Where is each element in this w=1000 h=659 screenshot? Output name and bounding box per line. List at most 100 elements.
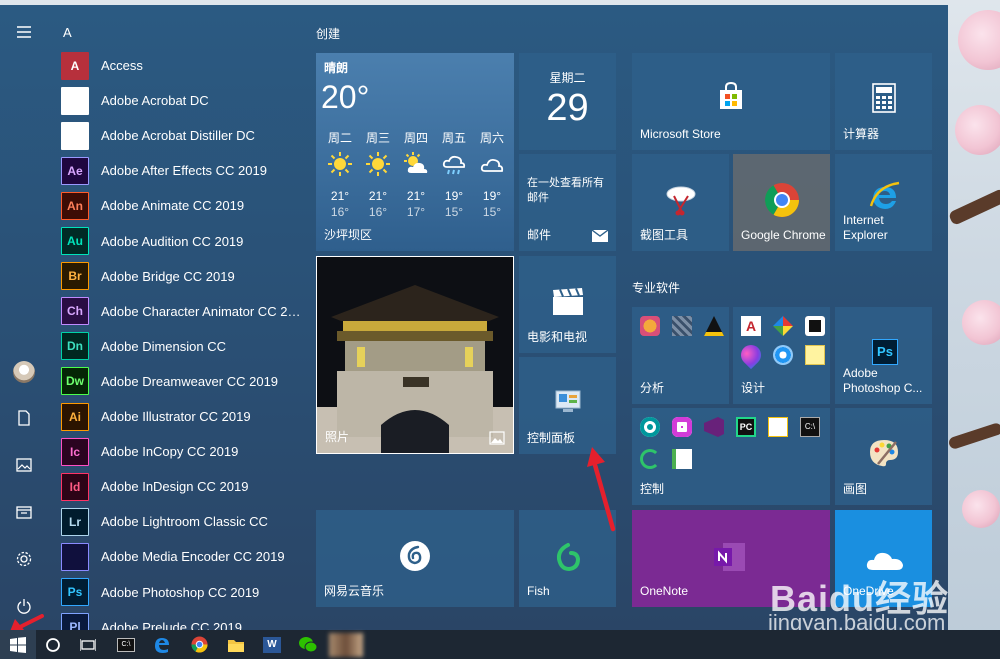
taskbar-word[interactable]: W bbox=[258, 630, 286, 659]
design-app-3-icon[interactable] bbox=[805, 316, 825, 336]
forecast-high-temp: 19° bbox=[482, 189, 502, 203]
analysis-app-3-icon[interactable] bbox=[704, 316, 724, 336]
app-list-item[interactable]: Ic Adobe InCopy CC 2019 bbox=[61, 434, 306, 469]
control-panel-tile[interactable]: 控制面板 bbox=[519, 357, 616, 454]
task-view-button[interactable] bbox=[75, 630, 101, 659]
snipping-tool-tile[interactable]: 截图工具 bbox=[632, 154, 729, 251]
blossom-decoration bbox=[958, 10, 1000, 70]
taskbar-edge[interactable] bbox=[148, 630, 176, 659]
weather-temperature: 20° bbox=[321, 79, 370, 115]
user-account-button[interactable] bbox=[0, 350, 48, 394]
cortana-button[interactable] bbox=[40, 630, 66, 659]
taskbar-wechat[interactable] bbox=[294, 630, 322, 659]
settings-button[interactable] bbox=[0, 537, 48, 581]
pycharm-icon[interactable]: PC bbox=[736, 417, 756, 437]
design-app-6-icon[interactable] bbox=[805, 345, 825, 365]
internet-explorer-tile[interactable]: Internet Explorer bbox=[835, 154, 932, 251]
chrome-icon bbox=[765, 183, 799, 217]
app-label: Adobe Illustrator CC 2019 bbox=[101, 409, 251, 424]
design-app-2-icon[interactable] bbox=[773, 316, 793, 336]
app-list-item[interactable]: An Adobe Animate CC 2019 bbox=[61, 188, 306, 223]
netease-music-tile[interactable]: 网易云音乐 bbox=[316, 510, 514, 607]
paint-tile[interactable]: 画图 bbox=[835, 408, 932, 505]
branch-decoration bbox=[947, 421, 1000, 451]
taskbar-cmd[interactable]: C:\ bbox=[112, 630, 140, 659]
control-folder-tile[interactable]: PC C:\ 控制 bbox=[632, 408, 830, 505]
partly-cloudy-icon bbox=[397, 151, 435, 180]
acrobat-mini-icon[interactable]: A bbox=[741, 316, 761, 336]
group-title-pro[interactable]: 专业软件 bbox=[632, 279, 680, 296]
ie-icon bbox=[869, 181, 900, 209]
design-folder-tile[interactable]: A 设计 bbox=[733, 307, 830, 404]
sun-icon bbox=[359, 151, 397, 180]
calculator-tile[interactable]: 计算器 bbox=[835, 53, 932, 150]
edge-icon bbox=[155, 637, 169, 653]
taskbar-file-explorer[interactable] bbox=[222, 630, 250, 659]
taskbar-chrome[interactable] bbox=[185, 630, 213, 659]
app-list-item[interactable]: Adobe Media Encoder CC 2019 bbox=[61, 539, 306, 574]
chrome-tile[interactable]: Google Chrome bbox=[733, 154, 830, 251]
movies-tv-label: 电影和电视 bbox=[527, 330, 588, 344]
taskbar: C:\ W bbox=[0, 630, 1000, 659]
design-app-5-icon[interactable] bbox=[773, 345, 793, 365]
section-letter[interactable]: A bbox=[63, 25, 72, 40]
cmd-mini-icon[interactable]: C:\ bbox=[800, 417, 820, 437]
photoshop-tile[interactable]: Ps Adobe Photoshop C... bbox=[835, 307, 932, 404]
movies-tv-tile[interactable]: 电影和电视 bbox=[519, 256, 616, 353]
control-app-8-icon[interactable] bbox=[672, 449, 692, 469]
control-folder-label: 控制 bbox=[640, 482, 665, 496]
mail-tile[interactable]: 在一处查看所有邮件 邮件 bbox=[519, 154, 616, 251]
wechat-icon bbox=[299, 636, 318, 652]
app-list-item[interactable]: Lr Adobe Lightroom Classic CC bbox=[61, 504, 306, 539]
photos-tile[interactable]: 照片 bbox=[316, 256, 514, 454]
app-list-item[interactable]: Ch Adobe Character Animator CC 20... bbox=[61, 294, 306, 329]
app-icon: Id bbox=[61, 472, 89, 501]
weather-tile[interactable]: 晴朗 20° 周二 21° 16° 周三 21° 16° 周四 21° 17° 周五 19° 15° 周… bbox=[316, 53, 514, 251]
visual-studio-icon[interactable] bbox=[704, 417, 724, 437]
microsoft-store-tile[interactable]: Microsoft Store bbox=[632, 53, 830, 150]
app-label: Adobe Acrobat Distiller DC bbox=[101, 128, 255, 144]
control-app-7-icon[interactable] bbox=[640, 449, 660, 469]
photos-icon bbox=[489, 431, 505, 445]
control-app-5-icon[interactable] bbox=[768, 417, 788, 437]
app-list-item[interactable]: Br Adobe Bridge CC 2019 bbox=[61, 259, 306, 294]
hamburger-icon bbox=[17, 26, 31, 38]
file-explorer-button[interactable] bbox=[0, 490, 48, 534]
control-app-2-icon[interactable] bbox=[672, 417, 692, 437]
photo-image bbox=[317, 257, 513, 453]
app-icon: A bbox=[61, 51, 89, 80]
cmd-icon: C:\ bbox=[117, 637, 135, 652]
app-list-item[interactable]: Adobe Acrobat Distiller DC bbox=[61, 118, 306, 153]
design-app-4-icon[interactable] bbox=[736, 340, 766, 370]
app-list-item[interactable]: Pl Adobe Prelude CC 2019 bbox=[61, 610, 306, 630]
app-list-item[interactable]: Ae Adobe After Effects CC 2019 bbox=[61, 153, 306, 188]
analysis-app-2-icon[interactable] bbox=[672, 316, 692, 336]
annotation-arrow bbox=[587, 447, 616, 532]
snipping-tool-label: 截图工具 bbox=[640, 228, 689, 242]
app-list-item[interactable]: Dw Adobe Dreamweaver CC 2019 bbox=[61, 364, 306, 399]
app-list-item[interactable]: Au Adobe Audition CC 2019 bbox=[61, 224, 306, 259]
forecast-low-temp: 16° bbox=[330, 205, 350, 219]
app-list-item[interactable]: A Access bbox=[61, 48, 306, 83]
forecast-low-temp: 15° bbox=[482, 205, 502, 219]
app-list-item[interactable]: Dn Adobe Dimension CC bbox=[61, 329, 306, 364]
analysis-folder-tile[interactable]: 分析 bbox=[632, 307, 729, 404]
pictures-button[interactable] bbox=[0, 443, 48, 487]
calendar-weekday: 星期二 bbox=[549, 71, 586, 85]
app-list-item[interactable]: Ai Adobe Illustrator CC 2019 bbox=[61, 399, 306, 434]
app-list-item[interactable]: Ps Adobe Photoshop CC 2019 bbox=[61, 575, 306, 610]
app-icon: Ps bbox=[61, 578, 89, 606]
chrome-label: Google Chrome bbox=[741, 228, 826, 242]
expand-menu-button[interactable] bbox=[0, 10, 48, 54]
documents-button[interactable] bbox=[0, 396, 48, 440]
app-label: Adobe InDesign CC 2019 bbox=[101, 479, 249, 495]
calendar-tile[interactable]: 星期二 29 bbox=[519, 53, 616, 150]
app-list-item[interactable]: Adobe Acrobat DC bbox=[61, 83, 306, 118]
start-button[interactable] bbox=[0, 630, 36, 659]
analysis-app-1-icon[interactable] bbox=[640, 316, 660, 336]
app-list-item[interactable]: Id Adobe InDesign CC 2019 bbox=[61, 469, 306, 504]
arduino-icon[interactable] bbox=[640, 417, 660, 437]
taskbar-user-app[interactable] bbox=[326, 630, 366, 659]
group-title-create[interactable]: 创建 bbox=[316, 25, 340, 42]
analysis-folder-label: 分析 bbox=[640, 381, 665, 395]
